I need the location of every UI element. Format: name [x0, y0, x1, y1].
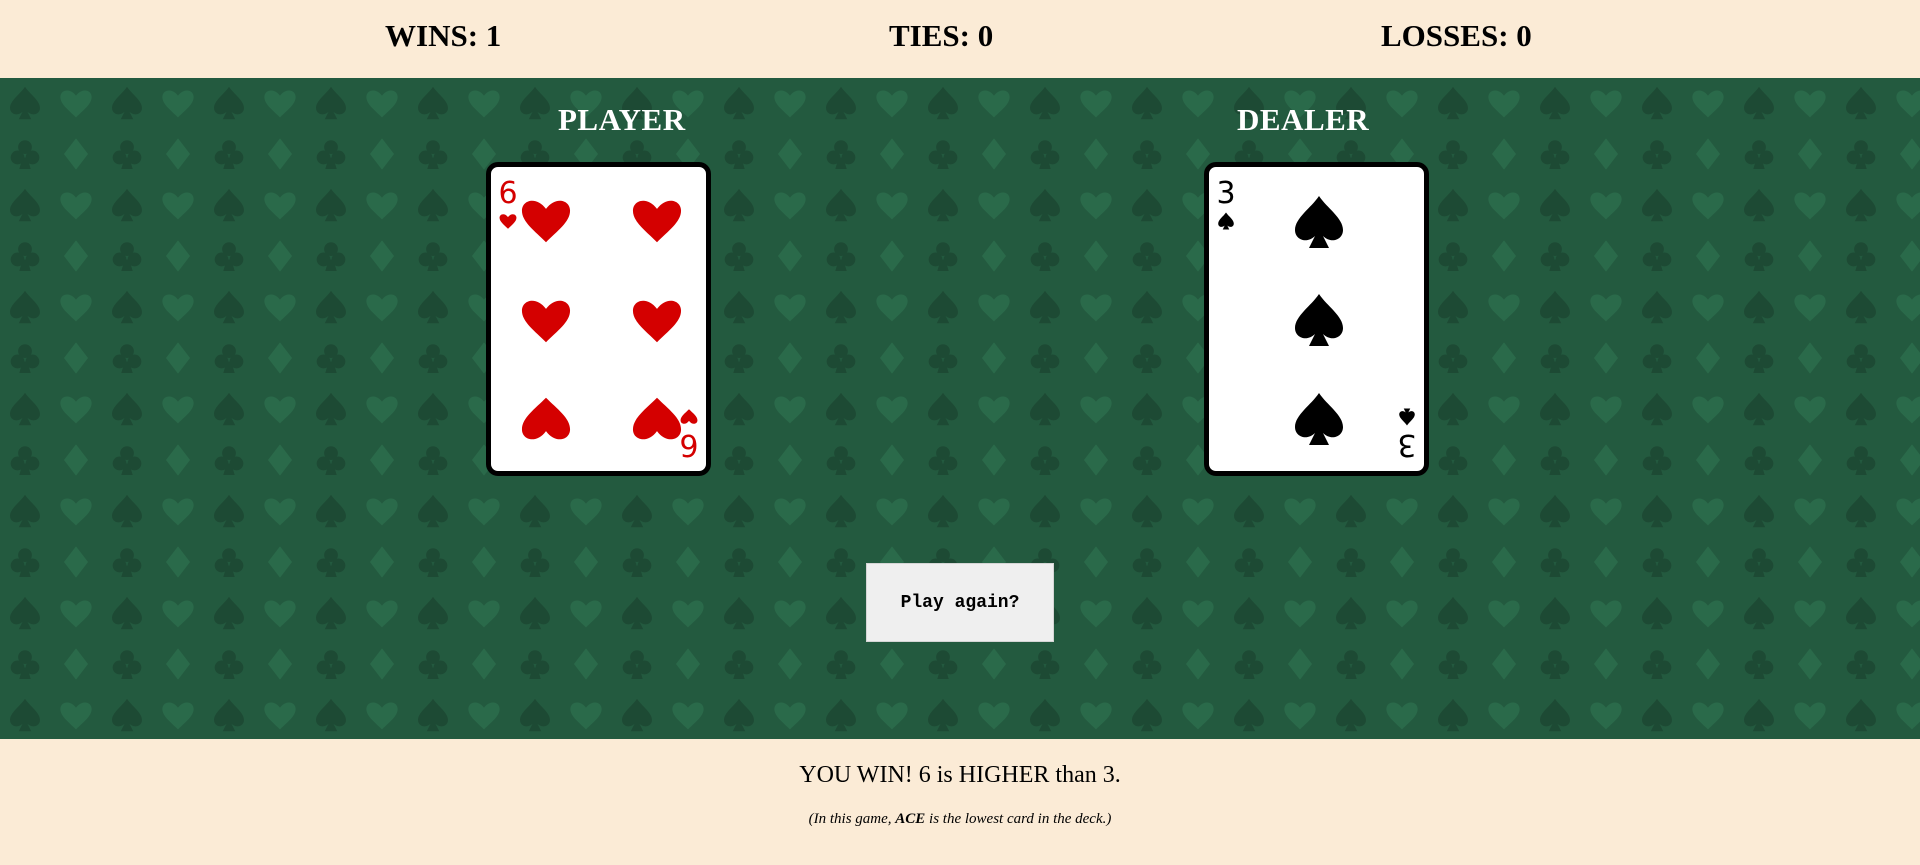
- heart-icon: [632, 397, 682, 440]
- spade-icon: [1295, 196, 1343, 248]
- spade-icon: [1399, 408, 1415, 426]
- result-message: YOU WIN! 6 is HIGHER than 3.: [799, 762, 1121, 788]
- play-again-button[interactable]: Play again?: [866, 563, 1054, 642]
- player-label: PLAYER: [558, 102, 686, 137]
- heart-icon: [521, 300, 571, 343]
- dealer-card-rank-top: 3: [1216, 176, 1235, 211]
- rules-note-prefix: (In this game,: [808, 811, 896, 827]
- heart-icon: [521, 397, 571, 440]
- dealer-label: DEALER: [1237, 102, 1370, 137]
- spade-icon: [1218, 212, 1234, 230]
- ties-count: TIES: 0: [889, 18, 994, 53]
- player-card-rank-bottom: 6: [679, 427, 698, 462]
- spade-icon: [1295, 294, 1343, 346]
- scoreboard: WINS: 1 TIES: 0 LOSSES: 0: [0, 0, 1920, 78]
- player-card-rank-top: 6: [498, 176, 517, 211]
- result-panel: YOU WIN! 6 is HIGHER than 3. (In this ga…: [0, 739, 1920, 865]
- heart-icon: [632, 200, 682, 243]
- rules-note: (In this game, ACE is the lowest card in…: [0, 811, 1920, 828]
- losses-count: LOSSES: 0: [1381, 18, 1532, 53]
- spade-icon: [1295, 393, 1343, 445]
- heart-icon: [632, 300, 682, 343]
- rules-note-ace: ACE: [895, 811, 926, 827]
- dealer-card: 3 3: [1204, 162, 1429, 476]
- wins-count: WINS: 1: [385, 18, 502, 53]
- heart-icon: [680, 409, 698, 424]
- card-table: PLAYER DEALER 6 6 3 3 Play again?: [0, 78, 1920, 739]
- dealer-card-rank-bottom: 3: [1397, 427, 1416, 462]
- heart-icon: [499, 214, 517, 229]
- heart-icon: [521, 200, 571, 243]
- rules-note-suffix: is the lowest card in the deck.): [925, 811, 1112, 827]
- player-card: 6 6: [486, 162, 711, 476]
